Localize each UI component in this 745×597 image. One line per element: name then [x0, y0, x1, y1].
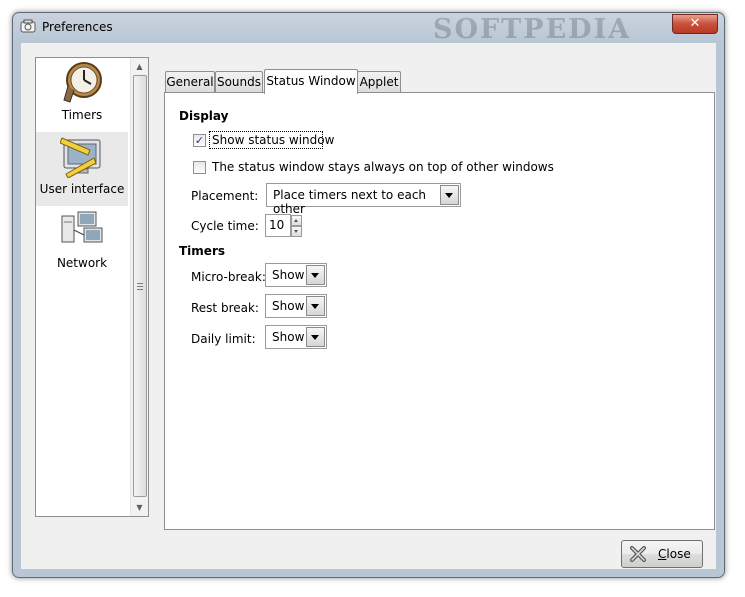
always-on-top-label[interactable]: The status window stays always on top of… — [212, 160, 554, 174]
network-computers-icon — [61, 211, 103, 243]
sidebar-item-network[interactable]: Network — [36, 206, 128, 280]
window-title: Preferences — [42, 20, 113, 34]
micro-break-value: Show — [272, 268, 305, 282]
sidebar-item-user-interface[interactable]: User interface — [36, 132, 128, 206]
tab-sounds[interactable]: Sounds — [215, 71, 263, 92]
daily-limit-dropdown[interactable]: Show — [265, 325, 327, 349]
cycle-time-label: Cycle time: — [191, 219, 259, 233]
app-icon — [20, 19, 36, 33]
placement-value: Place timers next to each other — [273, 188, 427, 216]
watermark: SOFTPEDIA — [433, 14, 632, 45]
close-button-label: Close — [658, 547, 691, 561]
timers-heading: Timers — [179, 244, 226, 258]
chevron-down-icon[interactable] — [306, 296, 325, 316]
sidebar-item-label: User interface — [39, 182, 125, 196]
daily-limit-label: Daily limit: — [191, 332, 256, 346]
placement-dropdown[interactable]: Place timers next to each other — [266, 183, 461, 216]
cycle-time-spinner[interactable]: 10 — [265, 214, 302, 237]
rest-break-dropdown[interactable]: Show — [265, 294, 327, 318]
scroll-up-arrow-icon[interactable]: ▲ — [131, 58, 148, 75]
grip-icon — [137, 283, 143, 291]
sidebar-item-timers[interactable]: Timers — [36, 58, 128, 132]
status-window-panel: Display ✓ Show status window The status … — [164, 92, 715, 530]
daily-limit-value: Show — [272, 330, 305, 344]
close-icon — [630, 546, 646, 562]
tab-status-window[interactable]: Status Window — [264, 69, 358, 94]
sidebar-item-label: Timers — [61, 108, 103, 122]
spin-up-icon[interactable] — [291, 215, 302, 226]
title-bar[interactable]: Preferences SOFTPEDIA ✕ — [13, 13, 724, 45]
rest-break-label: Rest break: — [191, 301, 259, 315]
always-on-top-checkbox[interactable] — [193, 161, 206, 174]
window-close-button[interactable]: ✕ — [672, 14, 718, 34]
chevron-down-icon[interactable] — [440, 185, 459, 205]
tab-applet[interactable]: Applet — [357, 71, 401, 92]
category-list[interactable]: Timers User interface Network ▲ ▼ — [35, 57, 149, 517]
cycle-time-value: 10 — [269, 218, 285, 232]
spin-down-icon[interactable] — [291, 226, 302, 237]
preferences-window: Preferences SOFTPEDIA ✕ Timers User inte… — [12, 12, 725, 578]
micro-break-label: Micro-break: — [191, 270, 266, 284]
display-heading: Display — [179, 109, 229, 123]
show-status-window-checkbox[interactable]: ✓ — [193, 134, 206, 147]
scroll-thumb[interactable] — [133, 75, 147, 497]
close-button[interactable]: Close — [621, 540, 703, 568]
micro-break-dropdown[interactable]: Show — [265, 263, 327, 287]
sidebar-scrollbar[interactable]: ▲ ▼ — [130, 58, 148, 516]
close-icon: ✕ — [689, 16, 701, 31]
clock-icon — [63, 62, 102, 103]
tab-general[interactable]: General — [165, 71, 215, 92]
placement-label: Placement: — [191, 189, 259, 203]
sidebar-item-label: Network — [56, 256, 108, 270]
rest-break-value: Show — [272, 299, 305, 313]
chevron-down-icon[interactable] — [306, 265, 325, 285]
chevron-down-icon[interactable] — [306, 327, 325, 347]
show-status-window-label[interactable]: Show status window — [212, 133, 334, 147]
monitor-ruler-icon — [60, 137, 101, 178]
dialog-body: Timers User interface Network ▲ ▼ Genera… — [21, 43, 716, 569]
scroll-down-arrow-icon[interactable]: ▼ — [131, 499, 148, 516]
